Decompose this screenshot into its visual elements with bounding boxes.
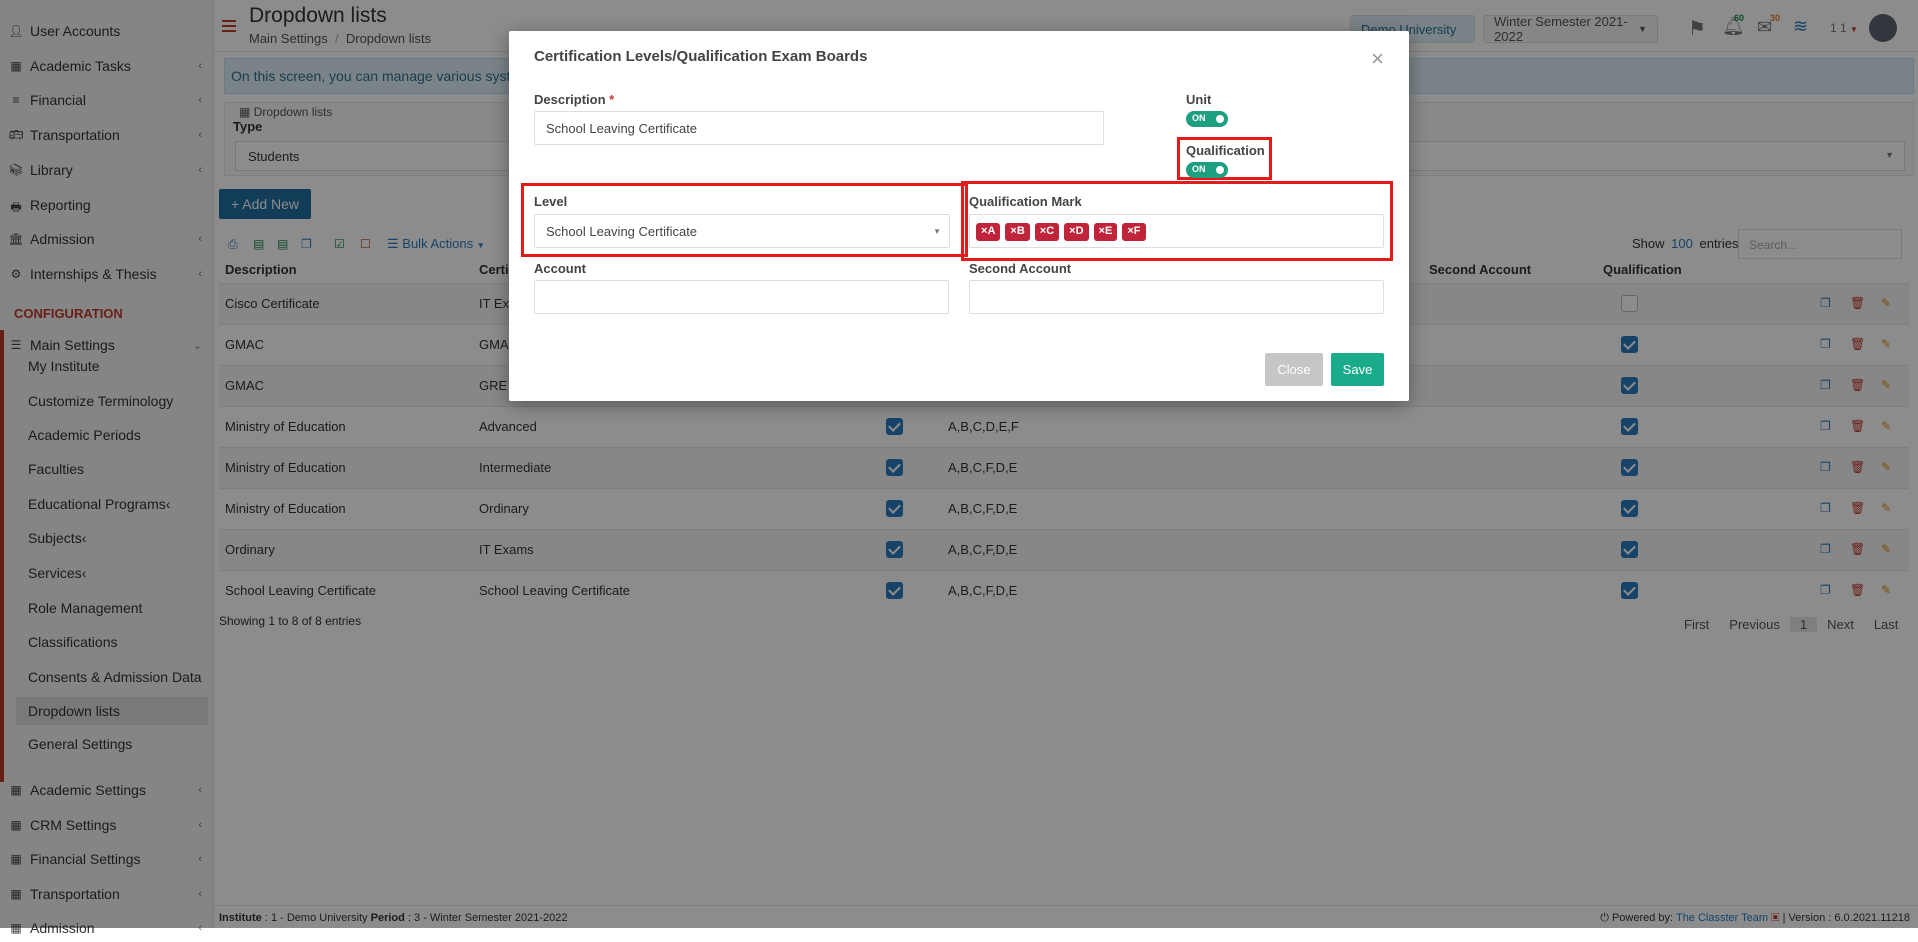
level-select-value: School Leaving Certificate [546,224,698,239]
mark-tag-label: C [1046,225,1055,237]
second-account-field[interactable] [969,280,1384,314]
mark-tag-label: F [1133,225,1141,237]
close-icon[interactable]: × [1371,46,1384,72]
description-label: Description * [534,92,614,107]
mark-tag-label: D [1075,225,1084,237]
account-field[interactable] [534,280,949,314]
qualification-label: Qualification [1186,143,1265,158]
modal-title: Certification Levels/Qualification Exam … [534,48,868,65]
close-button[interactable]: Close [1265,353,1323,386]
level-label: Level [534,194,568,209]
qualification-toggle[interactable]: ON [1186,162,1228,178]
mark-tag-label: A [987,225,996,237]
unit-label: Unit [1186,92,1212,107]
mark-tag[interactable]: ×B [1005,223,1030,241]
level-select[interactable]: School Leaving Certificate ▼ [534,214,950,248]
edit-modal: Certification Levels/Qualification Exam … [509,31,1409,401]
mark-tag[interactable]: ×F [1122,223,1146,241]
mark-tag-label: E [1105,225,1113,237]
mark-tag[interactable]: ×D [1064,223,1089,241]
save-button[interactable]: Save [1331,353,1384,386]
qualification-mark-tags[interactable]: ×A ×B ×C ×D ×E ×F [969,214,1384,248]
description-field[interactable]: School Leaving Certificate [534,111,1104,145]
mark-tag[interactable]: ×E [1093,223,1118,241]
second-account-label: Second Account [969,261,1072,276]
account-label: Account [534,261,586,276]
required-marker: * [609,92,615,107]
mark-tag-label: B [1016,225,1025,237]
mark-tag[interactable]: ×C [1034,223,1060,241]
caret-down-icon: ▼ [933,227,941,236]
description-label-text: Description [534,92,606,107]
unit-toggle[interactable]: ON [1186,111,1228,127]
mark-tag[interactable]: ×A [976,223,1001,241]
qualification-mark-label: Qualification Mark [969,194,1082,209]
